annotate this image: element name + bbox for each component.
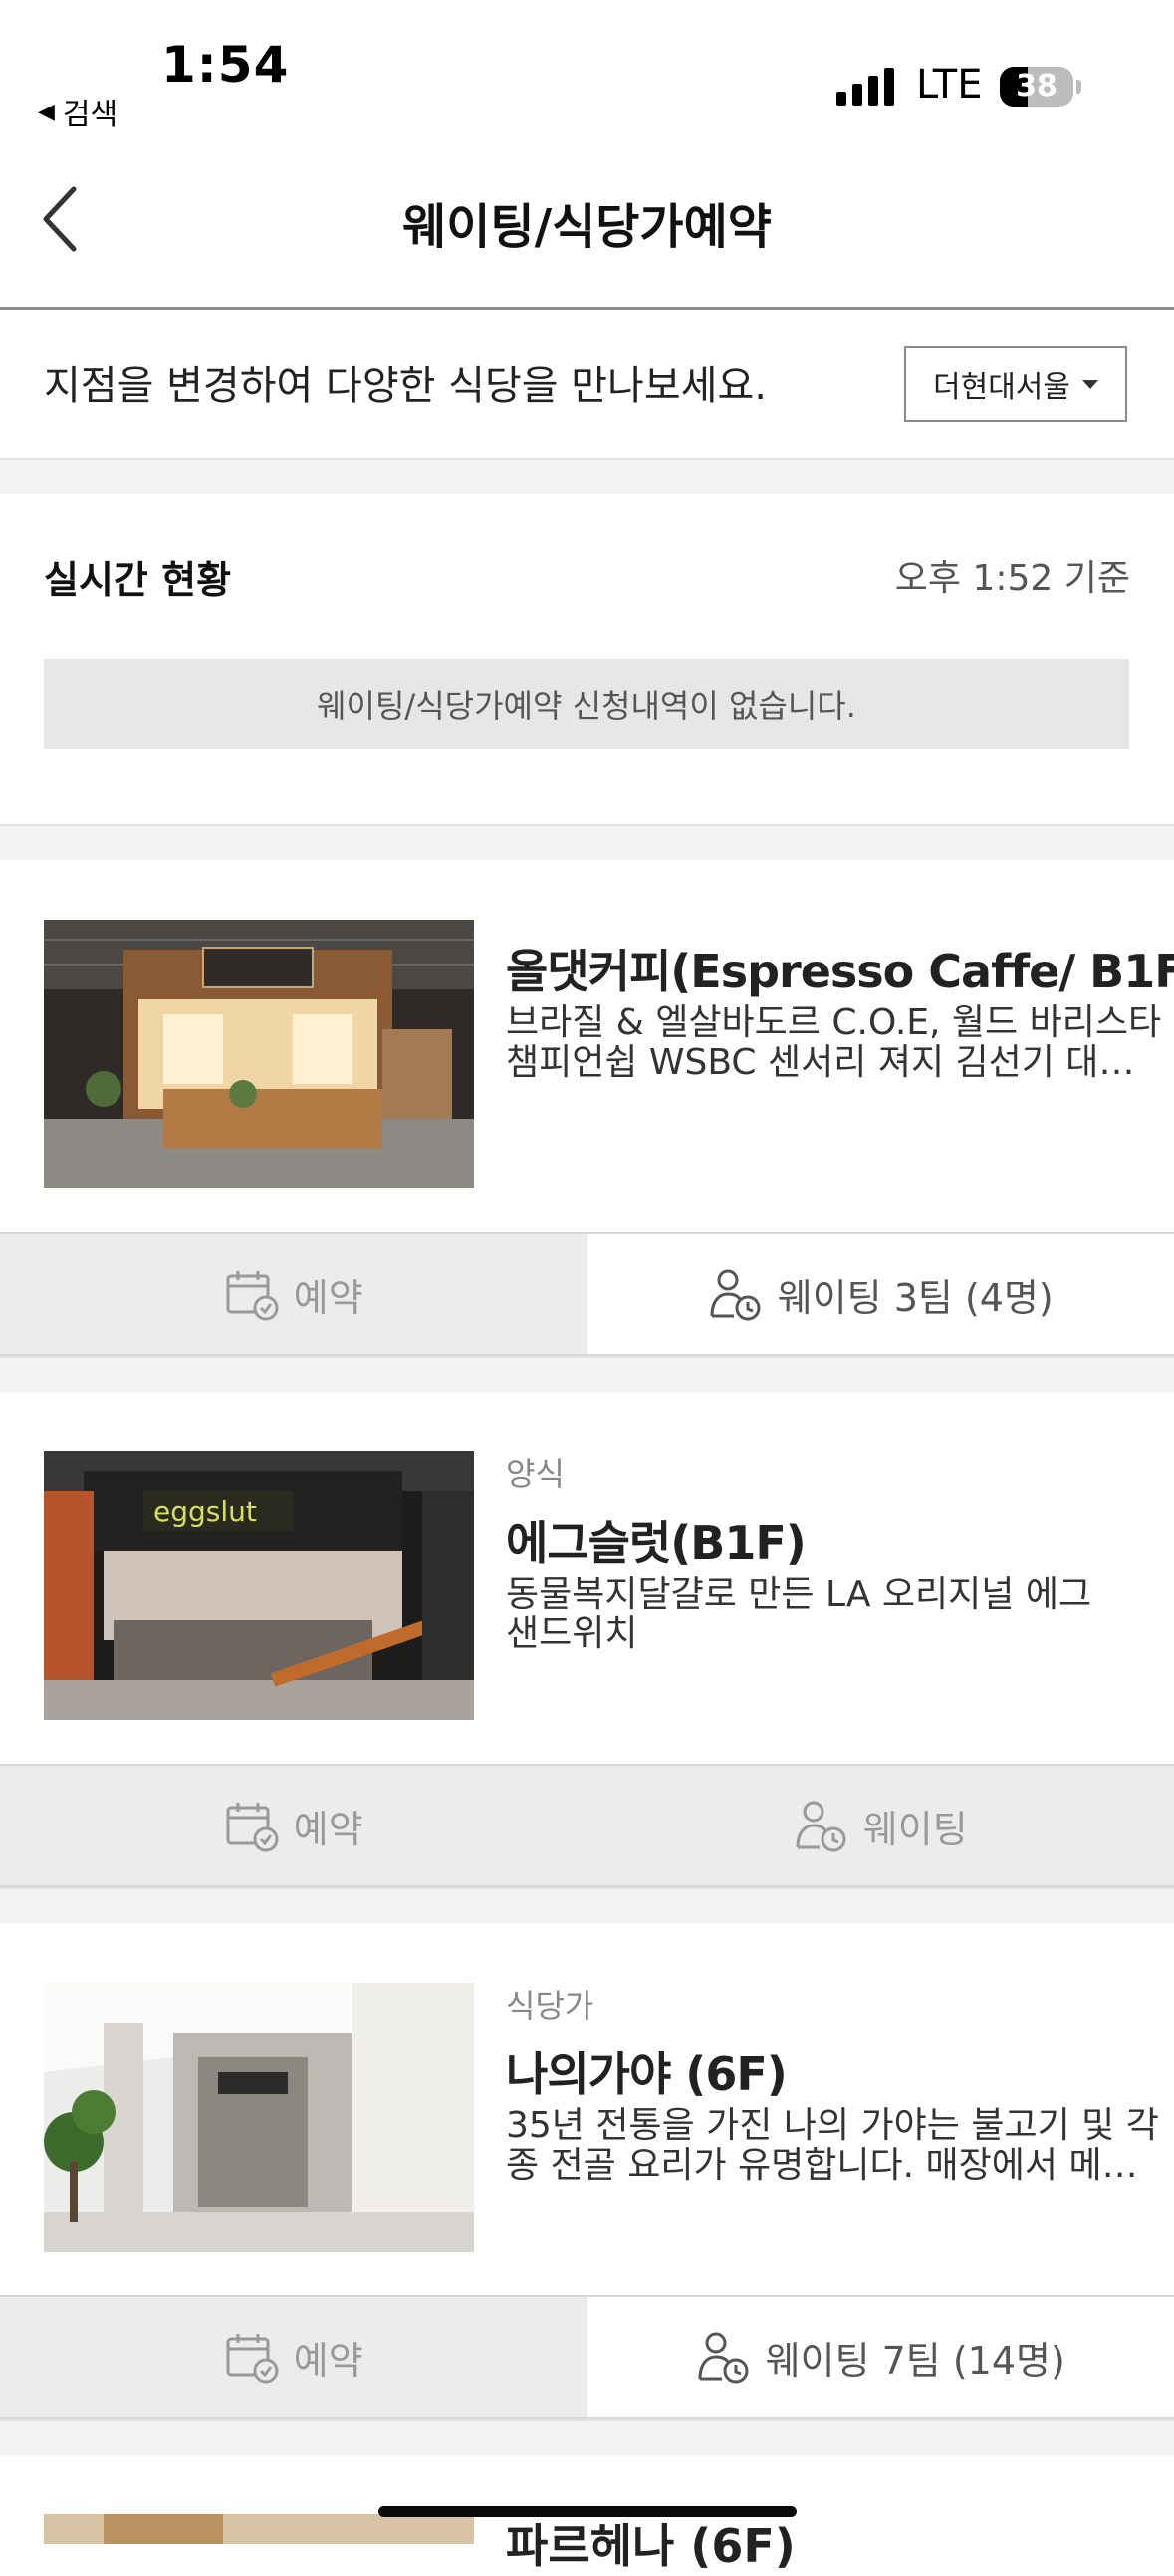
- waiting-button[interactable]: 웨이팅: [587, 1766, 1174, 1885]
- restaurant-name[interactable]: 파르헤나 (6F): [506, 2510, 796, 2576]
- calendar-check-icon: [224, 2329, 280, 2385]
- reserve-button[interactable]: 예약: [0, 2297, 587, 2417]
- person-clock-icon: [794, 1798, 849, 1853]
- battery-level: 38: [1000, 67, 1073, 107]
- caret-down-icon: [1082, 380, 1098, 389]
- waiting-button[interactable]: 웨이팅 7팀 (14명): [587, 2297, 1174, 2417]
- branch-select-dropdown[interactable]: 더현대서울: [904, 346, 1127, 422]
- section-divider: [0, 2419, 1174, 2455]
- realtime-title: 실시간 현황: [44, 549, 231, 604]
- back-triangle-icon: ◀: [38, 100, 55, 124]
- waiting-label: 웨이팅 7팀 (14명): [766, 2330, 1065, 2385]
- restaurant-photo[interactable]: eggslut: [44, 1451, 474, 1720]
- restaurant-photo[interactable]: [44, 920, 474, 1188]
- cellular-signal-icon: [836, 62, 896, 106]
- reserve-label: 예약: [294, 2330, 363, 2385]
- svg-text:eggslut: eggslut: [153, 1495, 257, 1528]
- calendar-check-icon: [224, 1798, 280, 1853]
- realtime-timestamp: 오후 1:52 기준: [895, 549, 1130, 601]
- network-type: LTE: [916, 62, 982, 107]
- reserve-label: 예약: [294, 1267, 363, 1322]
- battery-cap: [1076, 80, 1081, 94]
- person-clock-icon: [708, 1266, 764, 1322]
- home-indicator[interactable]: [378, 2506, 797, 2517]
- restaurant-action-row: 예약 웨이팅 3팀 (4명): [0, 1232, 1174, 1356]
- status-time: 1:54: [161, 36, 289, 94]
- restaurant-action-row: 예약 웨이팅: [0, 1764, 1174, 1887]
- header-divider: [0, 307, 1174, 310]
- section-divider: [0, 824, 1174, 860]
- restaurant-name[interactable]: 에그슬럿(B1F): [506, 1507, 806, 1573]
- reserve-label: 예약: [294, 1799, 363, 1853]
- page-title: 웨이팅/식당가예약: [0, 187, 1174, 257]
- battery-icon: 38: [1000, 67, 1073, 107]
- section-divider: [0, 1887, 1174, 1923]
- calendar-check-icon: [224, 1266, 280, 1322]
- person-clock-icon: [696, 2329, 752, 2385]
- reserve-button[interactable]: 예약: [0, 1766, 587, 1885]
- back-app-label: 검색: [63, 90, 117, 133]
- reserve-button[interactable]: 예약: [0, 1234, 587, 1354]
- back-to-app-link[interactable]: ◀ 검색: [38, 90, 117, 133]
- branch-selected-value: 더현대서울: [933, 362, 1070, 406]
- waiting-label: 웨이팅 3팀 (4명): [778, 1267, 1054, 1322]
- waiting-label: 웨이팅: [863, 1799, 968, 1853]
- restaurant-photo[interactable]: [44, 2514, 474, 2544]
- section-divider: [0, 1356, 1174, 1392]
- restaurant-name[interactable]: 올댓커피(Espresso Caffe/ B1F): [506, 936, 1174, 1001]
- restaurant-description: 브라질 & 엘살바도르 C.O.E, 월드 바리스타 챔피언쉽 WSBC 센서리…: [506, 1003, 1163, 1083]
- restaurant-action-row: 예약 웨이팅 7팀 (14명): [0, 2295, 1174, 2419]
- restaurant-category: 식당가: [506, 1981, 593, 2027]
- realtime-empty-message: 웨이팅/식당가예약 신청내역이 없습니다.: [44, 659, 1129, 749]
- restaurant-description: 35년 전통을 가진 나의 가야는 불고기 및 각종 전골 요리가 유명합니다.…: [506, 2106, 1163, 2186]
- restaurant-description: 동물복지달걀로 만든 LA 오리지널 에그 샌드위치: [506, 1575, 1103, 1654]
- branch-prompt: 지점을 변경하여 다양한 식당을 만나보세요.: [44, 353, 767, 411]
- restaurant-photo[interactable]: [44, 1983, 474, 2252]
- restaurant-name[interactable]: 나의가야 (6F): [506, 2039, 787, 2104]
- waiting-button[interactable]: 웨이팅 3팀 (4명): [587, 1234, 1174, 1354]
- restaurant-category: 양식: [506, 1449, 565, 1495]
- section-divider: [0, 458, 1174, 494]
